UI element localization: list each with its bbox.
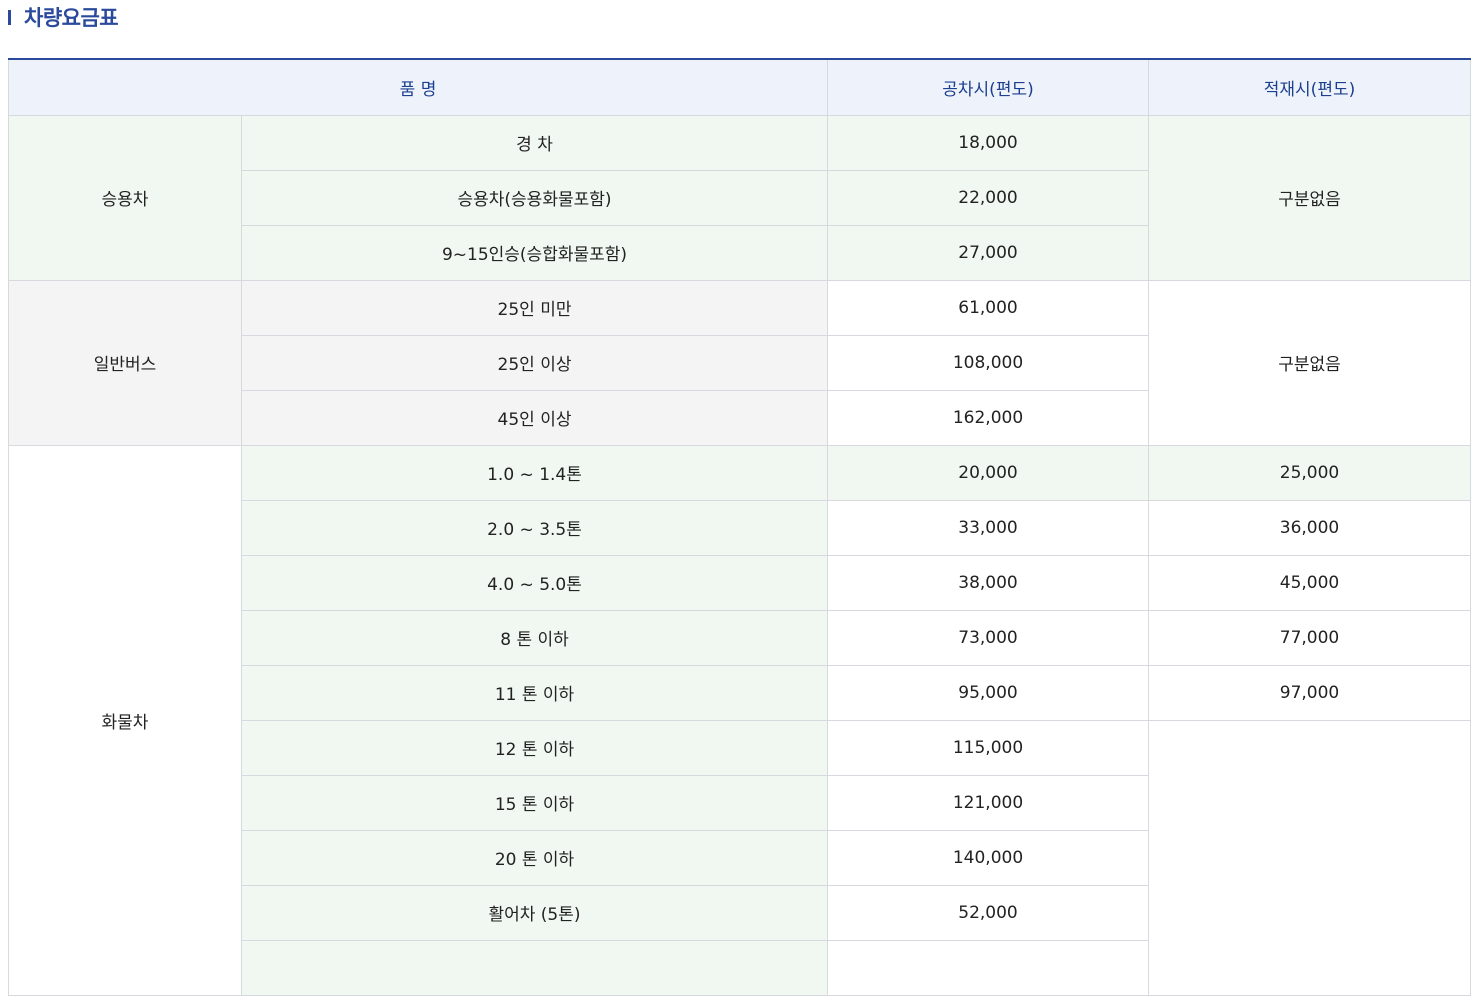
empty-fare-cell: 115,000 [827, 719, 1149, 776]
loaded-fare-passenger: 구분없음 [1148, 114, 1471, 281]
item-cell: 8 톤 이하 [241, 609, 828, 666]
loaded-fare-bus: 구분없음 [1148, 279, 1471, 446]
header-item: 품 명 [8, 58, 828, 116]
header-loaded-fare: 적재시(편도) [1148, 58, 1471, 116]
table-row: 승용차 경 차 18,000 구분없음 [8, 114, 1471, 281]
item-cell: 활어차 (5톤) [241, 884, 828, 941]
item-cell-cut [241, 939, 828, 996]
item-cell: 25인 미만 [241, 279, 828, 336]
empty-fare-cell: 121,000 [827, 774, 1149, 831]
loaded-fare-empty-cell [1148, 719, 1471, 996]
item-cell: 1.0 ~ 1.4톤 [241, 444, 828, 501]
item-cell: 20 톤 이하 [241, 829, 828, 886]
table-header-row: 품 명 공차시(편도) 적재시(편도) [8, 58, 1471, 116]
item-cell: 45인 이상 [241, 389, 828, 446]
item-cell: 9~15인승(승합화물포함) [241, 224, 828, 281]
item-cell: 4.0 ~ 5.0톤 [241, 554, 828, 611]
table-row: 일반버스 25인 미만 61,000 구분없음 [8, 279, 1471, 446]
loaded-fare-cell: 77,000 [1148, 609, 1471, 666]
empty-fare-cell: 95,000 [827, 664, 1149, 721]
item-cell: 2.0 ~ 3.5톤 [241, 499, 828, 556]
item-cell: 승용차(승용화물포함) [241, 169, 828, 226]
empty-fare-cell: 27,000 [827, 224, 1149, 281]
empty-fare-cell: 20,000 [827, 444, 1149, 501]
empty-fare-cell: 61,000 [827, 279, 1149, 336]
empty-fare-cell: 18,000 [827, 114, 1149, 171]
group-name-bus: 일반버스 [8, 279, 242, 446]
table-row: 화물차 1.0 ~ 1.4톤 20,000 25,000 [8, 444, 1471, 996]
empty-fare-cell: 33,000 [827, 499, 1149, 556]
empty-fare-cell: 38,000 [827, 554, 1149, 611]
loaded-fare-cell: 25,000 [1148, 444, 1471, 501]
empty-fare-cell: 108,000 [827, 334, 1149, 391]
vehicle-fare-table: 품 명 공차시(편도) 적재시(편도) 승용차 경 차 18,000 구분없음 … [8, 58, 1471, 996]
empty-fare-cell-cut [827, 939, 1149, 996]
item-cell: 11 톤 이하 [241, 664, 828, 721]
page-title-row: 차량요금표 [8, 0, 119, 34]
empty-fare-cell: 140,000 [827, 829, 1149, 886]
loaded-fare-cell: 45,000 [1148, 554, 1471, 611]
item-cell: 경 차 [241, 114, 828, 171]
empty-fare-cell: 22,000 [827, 169, 1149, 226]
item-cell: 25인 이상 [241, 334, 828, 391]
group-name-passenger: 승용차 [8, 114, 242, 281]
header-empty-fare: 공차시(편도) [827, 58, 1149, 116]
title-accent-bar [8, 9, 11, 25]
item-cell: 12 톤 이하 [241, 719, 828, 776]
page-title: 차량요금표 [24, 6, 119, 30]
loaded-fare-cell: 36,000 [1148, 499, 1471, 556]
empty-fare-cell: 52,000 [827, 884, 1149, 941]
group-name-truck: 화물차 [8, 444, 242, 996]
item-cell: 15 톤 이하 [241, 774, 828, 831]
empty-fare-cell: 162,000 [827, 389, 1149, 446]
empty-fare-cell: 73,000 [827, 609, 1149, 666]
loaded-fare-cell: 97,000 [1148, 664, 1471, 721]
